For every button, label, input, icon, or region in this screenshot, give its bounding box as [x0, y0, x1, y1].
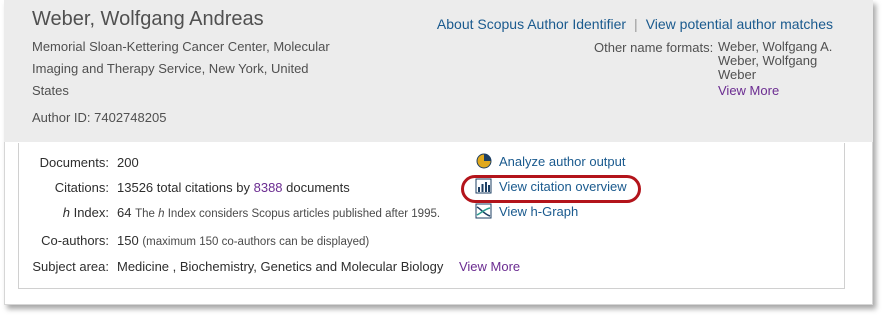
- view-potential-matches-link[interactable]: View potential author matches: [646, 16, 833, 32]
- author-metrics-panel: Documents: 200 Citations: 13526 total cita…: [18, 143, 845, 289]
- about-author-identifier-link[interactable]: About Scopus Author Identifier: [437, 16, 626, 32]
- documents-value: 200: [117, 155, 139, 170]
- coauthors-row: Co-authors: 150 (maximum 150 co-authors c…: [19, 233, 369, 248]
- subject-area-view-more-link[interactable]: View More: [459, 259, 520, 274]
- coauthors-link[interactable]: 150: [117, 233, 139, 248]
- documents-label: Documents:: [39, 155, 109, 170]
- analyze-author-output-item[interactable]: Analyze author output: [475, 153, 625, 169]
- author-id: Author ID: 7402748205: [32, 110, 167, 125]
- h-graph-icon: [475, 203, 493, 219]
- hindex-note: The h Index considers Scopus articles pu…: [135, 208, 441, 220]
- citations-text: 13526 total citations by: [117, 180, 250, 195]
- affiliation-line: Imaging and Therapy Service, New York, U…: [32, 61, 309, 76]
- subject-area-label: Subject area:: [32, 259, 109, 274]
- pie-chart-icon: [475, 153, 493, 169]
- name-format-item: Weber: [718, 67, 757, 82]
- coauthors-note: (maximum 150 co-authors can be displayed…: [142, 236, 370, 248]
- citations-docs-word: documents: [286, 180, 350, 195]
- hindex-value: 64: [117, 205, 132, 220]
- citations-label: Citations:: [54, 180, 109, 195]
- subject-area-row: Subject area: Medicine , Biochemistry, Ge…: [19, 259, 520, 274]
- citation-overview-highlight-circle: [461, 175, 641, 203]
- name-format-item: Weber, Wolfgang A.: [718, 39, 833, 54]
- view-h-graph-item[interactable]: View h-Graph: [475, 203, 578, 219]
- hindex-label: h Index:: [62, 205, 109, 220]
- affiliation-line: Memorial Sloan-Kettering Cancer Center, …: [32, 39, 330, 54]
- view-h-graph-link[interactable]: View h-Graph: [499, 204, 578, 219]
- author-header: Weber, Wolfgang Andreas Memorial Sloan-K…: [4, 0, 873, 142]
- other-name-formats-list: Weber, Wolfgang A. Weber, Wolfgang Weber…: [718, 40, 832, 98]
- documents-row: Documents: 200: [19, 155, 139, 170]
- analyze-author-output-link[interactable]: Analyze author output: [499, 154, 625, 169]
- subject-area-value: Medicine , Biochemistry, Genetics and Mo…: [117, 259, 444, 274]
- author-name: Weber, Wolfgang Andreas: [32, 8, 264, 30]
- other-names-view-more-link[interactable]: View More: [718, 84, 832, 98]
- hindex-row: h Index: 64 The h Index considers Scopus …: [19, 205, 440, 220]
- citations-row: Citations: 13526 total citations by 8388 …: [19, 180, 350, 195]
- top-links: About Scopus Author Identifier | View pote…: [437, 16, 833, 32]
- coauthors-label: Co-authors:: [41, 233, 109, 248]
- affiliation-line: States: [32, 83, 69, 98]
- citing-documents-link[interactable]: 8388: [254, 180, 283, 195]
- name-format-item: Weber, Wolfgang: [718, 53, 818, 68]
- author-affiliation: Memorial Sloan-Kettering Cancer Center, …: [32, 36, 352, 102]
- other-name-formats-label: Other name formats:: [594, 40, 714, 55]
- link-separator: |: [634, 16, 638, 32]
